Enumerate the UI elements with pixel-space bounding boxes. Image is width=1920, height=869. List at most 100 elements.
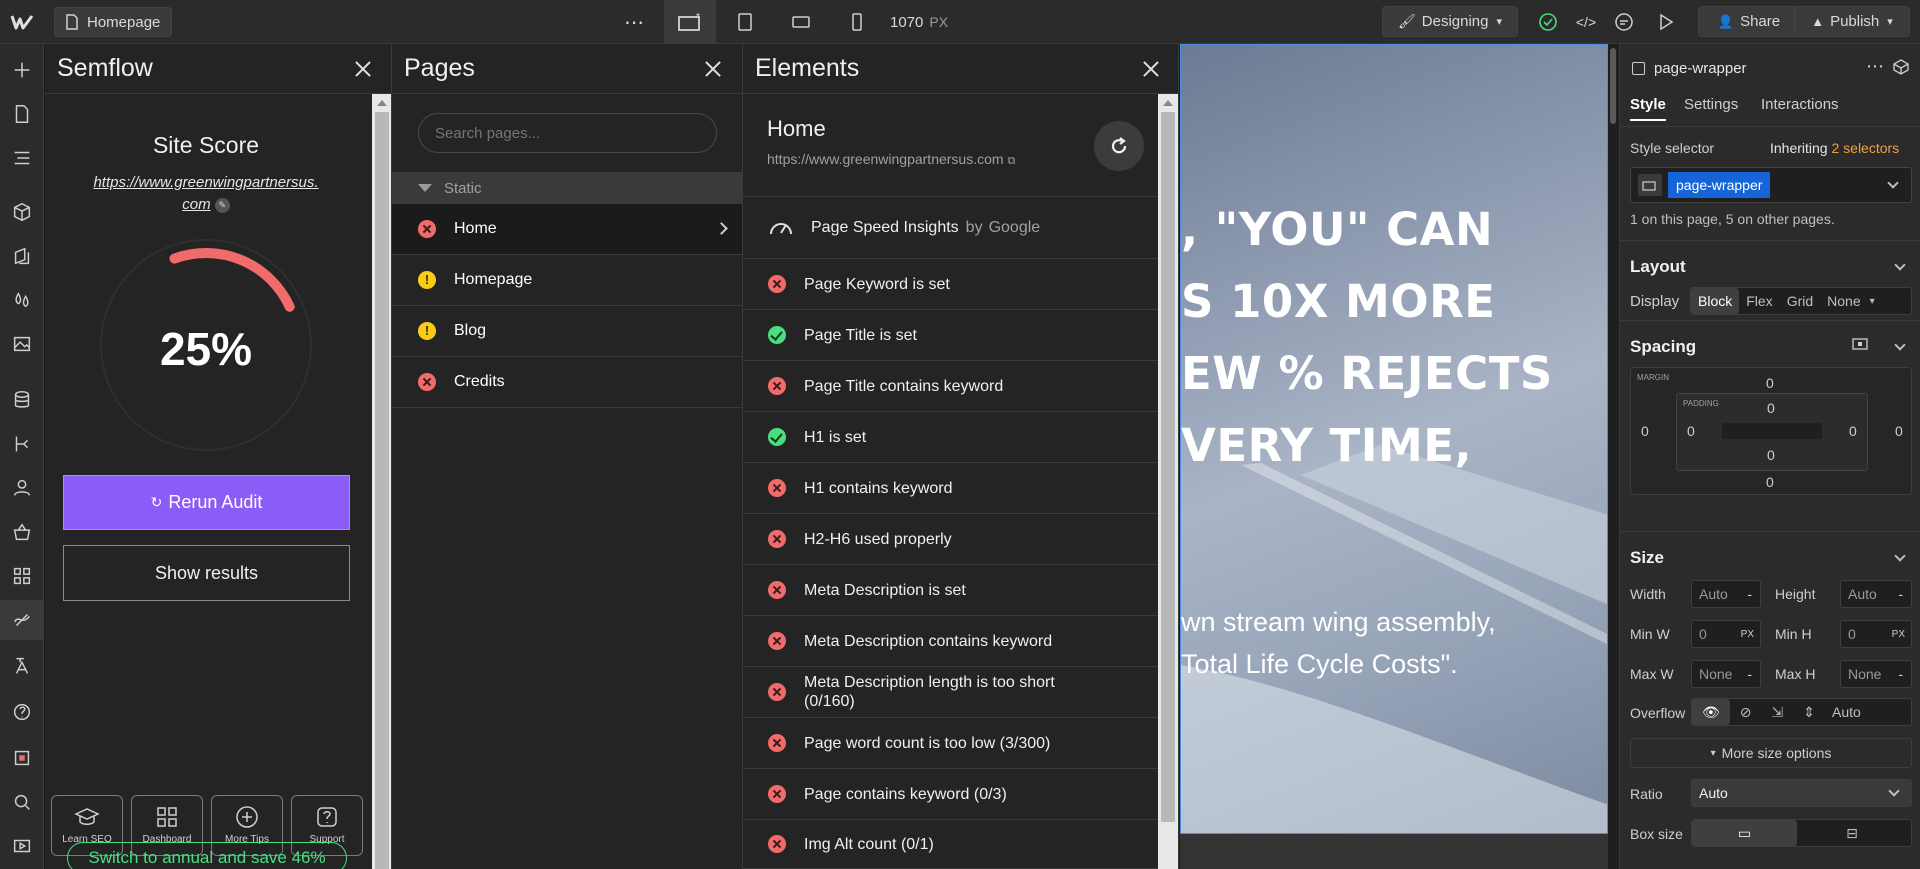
add-icon[interactable]: [10, 58, 34, 82]
tab-style[interactable]: Style: [1630, 96, 1666, 121]
search-pages-input[interactable]: [418, 113, 717, 153]
min-height-input[interactable]: 0 PX: [1840, 620, 1912, 648]
static-group-header[interactable]: Static: [392, 172, 742, 204]
mode-dropdown[interactable]: 🖌 Designing ▾: [1382, 6, 1518, 37]
component-icon[interactable]: [1892, 58, 1910, 76]
webflow-logo-icon[interactable]: [8, 10, 36, 34]
hero-heading-line[interactable]: S 10X MORE: [1181, 275, 1496, 328]
code-icon[interactable]: </>: [1574, 10, 1598, 34]
navigator-icon[interactable]: [10, 146, 34, 170]
display-none-option[interactable]: None: [1820, 288, 1867, 314]
layout-heading[interactable]: Layout: [1630, 257, 1686, 277]
scroll-up-icon[interactable]: [1163, 100, 1173, 106]
overflow-segmented-control[interactable]: 👁 ⊘ ⇲ ⇕ Auto: [1691, 698, 1912, 726]
margin-top-value[interactable]: 0: [1766, 375, 1774, 391]
canvas-width[interactable]: 1070 PX: [890, 10, 948, 34]
margin-right-value[interactable]: 0: [1895, 423, 1903, 439]
pages-icon[interactable]: [10, 102, 34, 126]
share-button[interactable]: 👤 Share: [1698, 6, 1800, 37]
check-row[interactable]: H1 is set: [743, 412, 1158, 463]
page-selector[interactable]: Homepage: [54, 7, 172, 37]
check-row[interactable]: Meta Description is set: [743, 565, 1158, 616]
display-grid-option[interactable]: Grid: [1780, 288, 1820, 314]
check-row[interactable]: H1 contains keyword: [743, 463, 1158, 514]
breakpoint-tablet-button[interactable]: [730, 10, 760, 34]
elements-scrollbar[interactable]: [1158, 94, 1178, 869]
padding-bottom-value[interactable]: 0: [1767, 447, 1775, 463]
padding-box[interactable]: PADDING 0 0 0 0: [1676, 393, 1868, 471]
ratio-select[interactable]: Auto: [1691, 779, 1912, 807]
tab-settings[interactable]: Settings: [1684, 96, 1738, 113]
hero-heading-line[interactable]: VERY TIME,: [1181, 419, 1472, 472]
rerun-audit-button[interactable]: ↻ Rerun Audit: [63, 475, 350, 530]
selector-chip[interactable]: page-wrapper: [1668, 172, 1771, 198]
refresh-button[interactable]: [1094, 121, 1144, 171]
logic-icon[interactable]: [10, 432, 34, 456]
scrollbar-thumb[interactable]: [1610, 48, 1616, 124]
ecommerce-icon[interactable]: [10, 520, 34, 544]
comment-icon[interactable]: [1612, 10, 1636, 34]
scroll-up-icon[interactable]: [377, 100, 387, 106]
display-block-option[interactable]: Block: [1691, 288, 1740, 314]
box-size-segmented-control[interactable]: ▭ ⊟: [1691, 819, 1912, 847]
elements-page-url[interactable]: https://www.greenwingpartnersus.com ⧉: [767, 151, 1015, 168]
overflow-visible-icon[interactable]: 👁: [1692, 699, 1730, 725]
hero-heading-line[interactable]: , "YOU" CAN: [1181, 203, 1493, 256]
padding-right-value[interactable]: 0: [1849, 423, 1857, 439]
more-options-icon[interactable]: ⋯: [620, 10, 648, 34]
more-options-icon[interactable]: ⋯: [1866, 56, 1884, 77]
variables-icon[interactable]: [10, 288, 34, 312]
breakpoint-desktop-button[interactable]: *: [664, 0, 716, 44]
max-height-input[interactable]: None -: [1840, 660, 1912, 688]
close-icon[interactable]: [701, 57, 725, 81]
check-row[interactable]: Page Title contains keyword: [743, 361, 1158, 412]
check-row[interactable]: H2-H6 used properly: [743, 514, 1158, 565]
scrollbar-thumb[interactable]: [1161, 112, 1175, 822]
margin-bottom-value[interactable]: 0: [1766, 474, 1774, 490]
assets-icon[interactable]: [10, 332, 34, 356]
components-icon[interactable]: [10, 200, 34, 224]
chevron-down-icon[interactable]: [1894, 550, 1906, 562]
semflow-scrollbar[interactable]: [372, 94, 391, 869]
apps-icon[interactable]: [10, 564, 34, 588]
padding-top-value[interactable]: 0: [1767, 400, 1775, 416]
check-row[interactable]: Page contains keyword (0/3): [743, 769, 1158, 820]
check-row[interactable]: Meta Description contains keyword: [743, 616, 1158, 667]
margin-left-value[interactable]: 0: [1641, 423, 1649, 439]
check-row[interactable]: Page Keyword is set: [743, 259, 1158, 310]
display-segmented-control[interactable]: Block Flex Grid None ▾: [1690, 287, 1912, 315]
check-row[interactable]: Page word count is too low (3/300): [743, 718, 1158, 769]
scrollbar-thumb[interactable]: [375, 112, 389, 869]
content-box-icon[interactable]: ⊟: [1797, 820, 1907, 846]
semflow-app-icon[interactable]: [0, 600, 44, 640]
padding-left-value[interactable]: 0: [1687, 423, 1695, 439]
overflow-scroll-icon[interactable]: ⇲: [1762, 699, 1794, 725]
publish-button[interactable]: ▲ Publish ▾: [1794, 6, 1910, 37]
site-url[interactable]: https://www.greenwingpartnersus. com ✎: [45, 172, 367, 216]
show-results-button[interactable]: Show results: [63, 545, 350, 601]
close-icon[interactable]: [1139, 57, 1163, 81]
breakpoint-mobile-button[interactable]: [842, 10, 872, 34]
preview-play-icon[interactable]: [1654, 10, 1678, 34]
page-row-home[interactable]: Home: [392, 204, 742, 255]
height-input[interactable]: Auto -: [1840, 580, 1912, 608]
overflow-auto-option[interactable]: Auto: [1825, 699, 1868, 725]
hero-heading-line[interactable]: EW % REJECTS: [1181, 347, 1553, 400]
selector-field[interactable]: page-wrapper: [1630, 167, 1912, 203]
tab-interactions[interactable]: Interactions: [1761, 96, 1839, 113]
check-row[interactable]: Img Alt count (0/1): [743, 820, 1158, 869]
page-speed-insights-row[interactable]: Page Speed Insights by Google: [743, 197, 1158, 259]
margin-box[interactable]: MARGIN 0 0 0 0 PADDING 0 0 0 0: [1630, 367, 1912, 495]
page-row-blog[interactable]: ! Blog: [392, 306, 742, 357]
min-width-input[interactable]: 0 PX: [1691, 620, 1761, 648]
display-flex-option[interactable]: Flex: [1739, 288, 1779, 314]
page-row-credits[interactable]: Credits: [392, 357, 742, 408]
video-tutorials-icon[interactable]: [10, 834, 34, 858]
audit-check-icon[interactable]: [1536, 10, 1560, 34]
chevron-down-icon[interactable]: [1894, 339, 1906, 351]
border-box-icon[interactable]: ▭: [1692, 820, 1797, 846]
help-icon[interactable]: [10, 700, 34, 724]
width-input[interactable]: Auto -: [1691, 580, 1761, 608]
cms-icon[interactable]: [10, 388, 34, 412]
record-icon[interactable]: [10, 746, 34, 770]
